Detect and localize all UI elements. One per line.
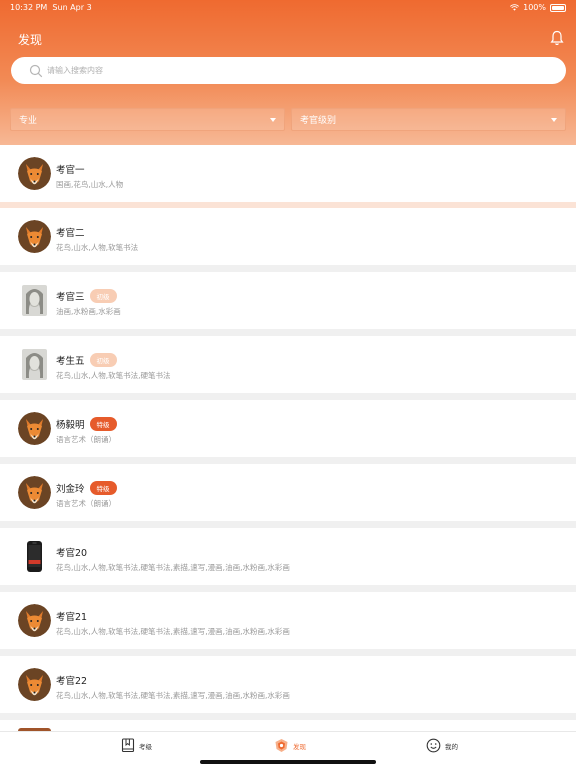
examiner-name: 考官22 <box>56 676 88 687</box>
fox-avatar-icon <box>18 476 51 509</box>
header: 10:32 PM Sun Apr 3 100% 发现 专业 考官级别 <box>0 0 576 145</box>
level-badge: 初级 <box>89 289 117 303</box>
examiner-row[interactable]: 考官三 初级 油画,水粉画,水彩画 <box>0 272 576 329</box>
caret-down-icon <box>551 117 557 122</box>
examiner-row[interactable]: 考官二 花鸟,山水,人物,软笔书法 <box>0 208 576 265</box>
search-icon <box>29 64 43 77</box>
examiner-row[interactable]: 考生五 初级 花鸟,山水,人物,软笔书法,硬笔书法 <box>0 336 576 393</box>
major-filter-dropdown[interactable]: 专业 <box>10 108 285 131</box>
smiley-icon <box>426 738 441 753</box>
fox-avatar-icon <box>18 412 51 445</box>
tab-mine[interactable]: 我的 <box>426 738 458 753</box>
bell-icon[interactable] <box>550 30 564 46</box>
discover-icon <box>275 739 288 752</box>
examiner-row[interactable]: 刘金玲 特级 语言艺术（朗诵） <box>0 464 576 521</box>
home-indicator[interactable] <box>200 760 376 764</box>
status-bar: 10:32 PM Sun Apr 3 100% <box>0 0 576 16</box>
major-filter-label: 专业 <box>19 116 38 126</box>
battery-percent: 100% <box>523 3 546 12</box>
examiner-name: 考官21 <box>56 612 88 623</box>
examiner-subjects: 油画,水粉画,水彩画 <box>56 307 121 316</box>
wifi-icon <box>510 4 520 11</box>
examiner-subjects: 语言艺术（朗诵） <box>56 435 116 444</box>
search-bar[interactable] <box>11 57 566 84</box>
examiner-subjects: 花鸟,山水,人物,软笔书法,硬笔书法 <box>56 371 171 380</box>
examiner-row[interactable]: 考官22 花鸟,山水,人物,软笔书法,硬笔书法,素描,速写,漫画,油画,水粉画,… <box>0 656 576 713</box>
search-input[interactable] <box>47 66 527 75</box>
tab-discover[interactable]: 发现 <box>274 738 306 753</box>
level-badge: 初级 <box>89 353 117 367</box>
examiner-subjects: 花鸟,山水,人物,软笔书法,硬笔书法,素描,速写,漫画,油画,水粉画,水彩画 <box>56 627 290 636</box>
status-right: 100% <box>510 3 566 12</box>
tab-discover-label: 发现 <box>293 742 306 751</box>
status-date: Sun Apr 3 <box>52 3 92 12</box>
examiner-name-row: 考官22 <box>56 673 87 687</box>
examiner-name-row: 考官20 <box>56 545 87 559</box>
examiner-subjects: 花鸟,山水,人物,软笔书法,硬笔书法,素描,速写,漫画,油画,水粉画,水彩画 <box>56 563 290 572</box>
portrait-avatar-icon <box>18 348 51 381</box>
phone-avatar-icon <box>18 540 51 573</box>
battery-icon <box>550 3 566 12</box>
examiner-name-row: 考官21 <box>56 609 87 623</box>
level-badge: 特级 <box>89 481 117 495</box>
caret-down-icon <box>270 117 276 122</box>
examiner-row[interactable]: 杨毅明 特级 语言艺术（朗诵） <box>0 400 576 457</box>
examiner-row-partial[interactable] <box>0 720 576 731</box>
tab-exam-label: 考级 <box>139 742 152 751</box>
fox-avatar-icon <box>18 604 51 637</box>
book-icon <box>121 738 135 753</box>
examiner-row[interactable]: 考官一 国画,花鸟,山水,人物 <box>0 145 576 202</box>
page-title: 发现 <box>18 33 43 47</box>
examiner-name: 考官二 <box>56 228 85 239</box>
examiner-name-row: 考官三 初级 <box>56 289 117 303</box>
examiner-name-row: 考官一 <box>56 162 85 176</box>
status-time-text: 10:32 PM <box>10 3 48 12</box>
examiner-name: 杨毅明 <box>56 420 85 431</box>
examiner-name-row: 考生五 初级 <box>56 353 117 367</box>
status-time: 10:32 PM Sun Apr 3 <box>10 3 92 12</box>
level-badge: 特级 <box>89 417 117 431</box>
level-filter-dropdown[interactable]: 考官级别 <box>291 108 566 131</box>
examiner-name: 考官20 <box>56 548 88 559</box>
level-filter-label: 考官级别 <box>300 116 337 126</box>
examiner-name: 考生五 <box>56 356 85 367</box>
examiner-name: 考官三 <box>56 292 85 303</box>
examiner-subjects: 花鸟,山水,人物,软笔书法 <box>56 243 139 252</box>
examiner-name-row: 刘金玲 特级 <box>56 481 117 495</box>
examiner-subjects: 语言艺术（朗诵） <box>56 499 116 508</box>
examiner-name: 考官一 <box>56 165 85 176</box>
examiner-name-row: 杨毅明 特级 <box>56 417 117 431</box>
portrait-avatar-icon <box>18 284 51 317</box>
examiner-subjects: 花鸟,山水,人物,软笔书法,硬笔书法,素描,速写,漫画,油画,水粉画,水彩画 <box>56 691 290 700</box>
tab-mine-label: 我的 <box>445 742 458 751</box>
examiner-row[interactable]: 考官20 花鸟,山水,人物,软笔书法,硬笔书法,素描,速写,漫画,油画,水粉画,… <box>0 528 576 585</box>
examiner-row[interactable]: 考官21 花鸟,山水,人物,软笔书法,硬笔书法,素描,速写,漫画,油画,水粉画,… <box>0 592 576 649</box>
examiner-name-row: 考官二 <box>56 225 85 239</box>
fox-avatar-icon <box>18 668 51 701</box>
fox-avatar-icon <box>18 220 51 253</box>
tab-exam[interactable]: 考级 <box>121 738 152 753</box>
examiner-subjects: 国画,花鸟,山水,人物 <box>56 180 124 189</box>
examiner-name: 刘金玲 <box>56 484 85 495</box>
fox-avatar-icon <box>18 157 51 190</box>
